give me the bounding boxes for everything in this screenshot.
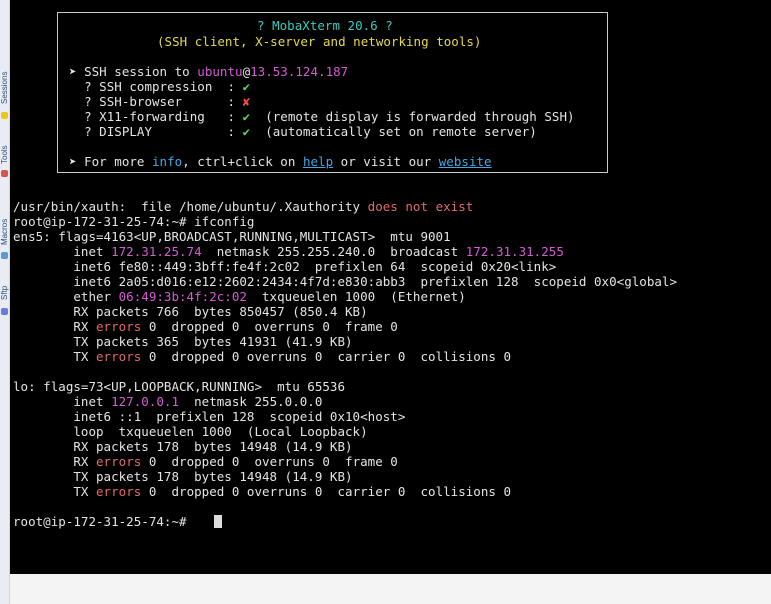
check-mark-icon: ✔ [242, 79, 251, 94]
check-ssh-compression: ? SSH compression : ✔ [69, 79, 251, 94]
ens5-inet6-global: inet6 2a05:d016:e12:2602:2434:4f7d:e830:… [13, 274, 678, 289]
sidebar-tab-tools[interactable]: Tools [0, 124, 9, 164]
cross-mark-icon: ✘ [242, 94, 251, 109]
more-info-line: ➤ For more info, ctrl+click on help or v… [69, 154, 492, 169]
ens5-tx-errors: TX errors 0 dropped 0 overruns 0 carrier… [13, 349, 512, 364]
ens5-rx-packets: RX packets 766 bytes 850457 (850.4 KB) [13, 304, 368, 319]
window-bottom-area [10, 574, 771, 604]
ens5-ether: ether 06:49:3b:4f:2c:02 txqueuelen 1000 … [13, 289, 466, 304]
info-text: info [152, 154, 183, 169]
ens5-inet: inet 172.31.25.74 netmask 255.255.240.0 … [13, 244, 564, 259]
ssh-host: 13.53.124.187 [250, 64, 349, 79]
check-mark-icon: ✔ [242, 124, 251, 139]
lo-loop: loop txqueuelen 1000 (Local Loopback) [13, 424, 368, 439]
banner-title: ? MobaXterm 20.6 ? [257, 18, 393, 33]
session-sidebar: Sessions Tools Macros Sftp [0, 0, 10, 604]
star-icon[interactable] [1, 112, 8, 119]
sftp-icon[interactable] [1, 308, 8, 315]
text-cursor[interactable] [214, 515, 222, 528]
ens5-tx-packets: TX packets 365 bytes 41931 (41.9 KB) [13, 334, 353, 349]
ens5-inet6-link: inet6 fe80::449:3bff:fe4f:2c02 prefixlen… [13, 259, 557, 274]
check-x11-forwarding: ? X11-forwarding : ✔ (remote display is … [69, 109, 575, 124]
lo-rx-packets: RX packets 178 bytes 14948 (14.9 KB) [13, 439, 353, 454]
banner-subtitle: (SSH client, X-server and networking too… [157, 34, 482, 49]
ens5-header: ens5: flags=4163<UP,BROADCAST,RUNNING,MU… [13, 229, 451, 244]
help-link[interactable]: help [303, 154, 333, 169]
lo-header: lo: flags=73<UP,LOOPBACK,RUNNING> mtu 65… [13, 379, 346, 394]
macros-icon[interactable] [1, 252, 8, 259]
command-text: ifconfig [194, 214, 255, 229]
sidebar-tab-macros[interactable]: Macros [0, 195, 9, 245]
lo-tx-packets: TX packets 178 bytes 14948 (14.9 KB) [13, 469, 353, 484]
ssh-user: ubuntu [197, 64, 243, 79]
lo-inet6: inet6 ::1 prefixlen 128 scopeid 0x10<hos… [13, 409, 406, 424]
lo-inet: inet 127.0.0.1 netmask 255.0.0.0 [13, 394, 323, 409]
check-ssh-browser: ? SSH-browser : ✘ [69, 94, 251, 109]
tools-icon[interactable] [1, 170, 8, 177]
final-prompt: root@ip-172-31-25-74:~# [13, 514, 195, 529]
sidebar-tab-sftp[interactable]: Sftp [0, 270, 9, 300]
sidebar-tab-sessions[interactable]: Sessions [0, 52, 9, 104]
lo-tx-errors: TX errors 0 dropped 0 overruns 0 carrier… [13, 484, 512, 499]
check-mark-icon: ✔ [242, 109, 251, 124]
check-display: ? DISPLAY : ✔ (automatically set on remo… [69, 124, 537, 139]
lo-rx-errors: RX errors 0 dropped 0 overruns 0 frame 0 [13, 454, 398, 469]
website-link[interactable]: website [439, 154, 492, 169]
shell-prompt: root@ip-172-31-25-74:~# [13, 214, 195, 229]
ens5-rx-errors: RX errors 0 dropped 0 overruns 0 frame 0 [13, 319, 398, 334]
command-line: root@ip-172-31-25-74:~# ifconfig [13, 214, 254, 229]
ssh-session-line: ➤ SSH session to ubuntu@13.53.124.187 [69, 64, 349, 79]
terminal-window[interactable]: ? MobaXterm 20.6 ? (SSH client, X-server… [10, 0, 771, 574]
xauth-warning: /usr/bin/xauth: file /home/ubuntu/.Xauth… [13, 199, 474, 214]
